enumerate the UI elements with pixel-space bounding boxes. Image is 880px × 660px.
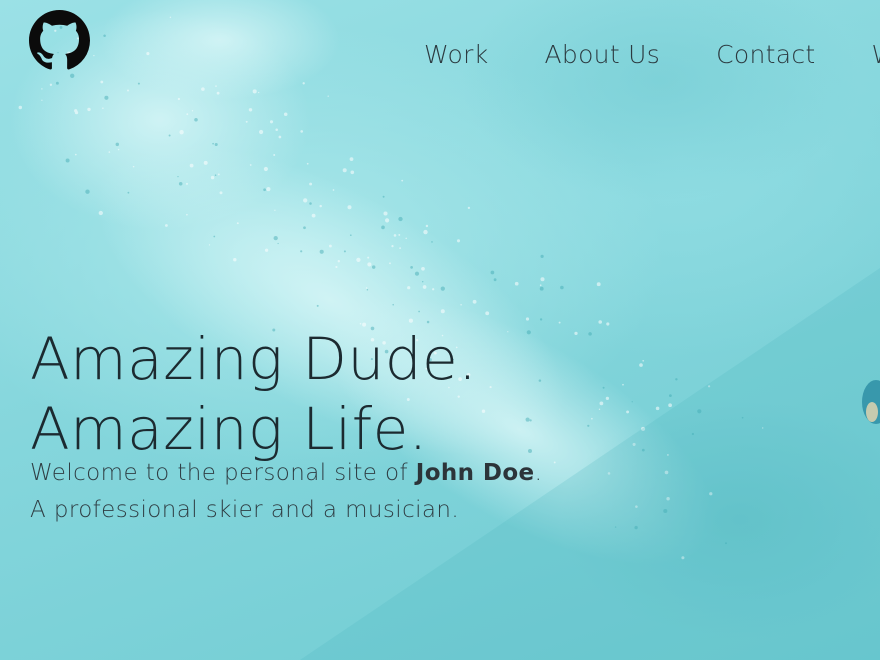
hero-headline: Amazing Dude. Amazing Life. xyxy=(30,324,477,464)
nav-item-contact[interactable]: Contact xyxy=(716,40,815,69)
headline-line-1: Amazing Dude. xyxy=(30,325,478,393)
intro-line-2: A professional skier and a musician. xyxy=(30,497,460,523)
nav-item-work[interactable]: Work xyxy=(424,40,489,69)
github-icon[interactable] xyxy=(29,10,90,71)
main-nav: Work About Us Contact Wh xyxy=(424,40,880,69)
intro-prefix: Welcome to the personal site of xyxy=(30,460,416,486)
nav-item-truncated[interactable]: Wh xyxy=(871,40,880,69)
hero-intro: Welcome to the personal site of John Doe… xyxy=(30,455,542,529)
intro-name: John Doe xyxy=(415,460,535,486)
nav-item-about-us[interactable]: About Us xyxy=(545,40,661,69)
headline-line-2: Amazing Life. xyxy=(30,395,428,463)
skier-figure-partial xyxy=(862,380,880,424)
intro-suffix: . xyxy=(534,460,543,486)
intro-line-1: Welcome to the personal site of John Doe… xyxy=(30,455,542,492)
